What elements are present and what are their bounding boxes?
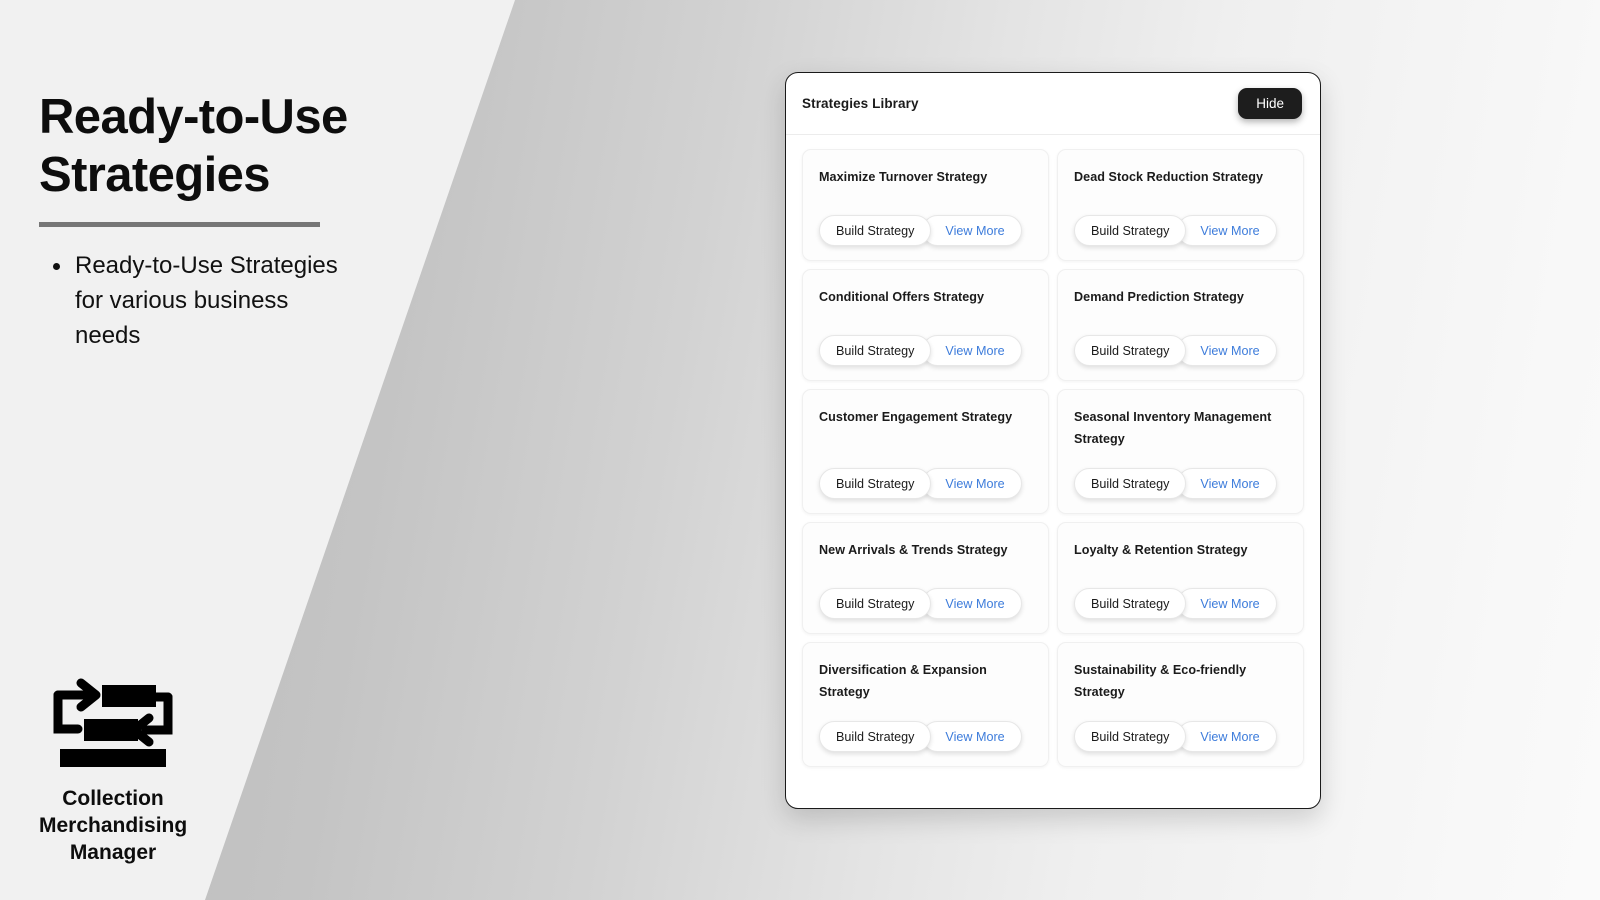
panel-header: Strategies Library Hide bbox=[786, 73, 1320, 135]
strategy-card-grid: Maximize Turnover Strategy Build Strategy… bbox=[786, 135, 1320, 783]
strategy-card-title: Demand Prediction Strategy bbox=[1074, 290, 1244, 304]
page-title: Ready-to-Use Strategies bbox=[39, 90, 348, 202]
view-more-button[interactable]: View More bbox=[1177, 335, 1277, 366]
title-divider bbox=[39, 222, 320, 227]
view-more-button[interactable]: View More bbox=[922, 468, 1022, 499]
strategy-card: Customer Engagement Strategy Build Strate… bbox=[802, 389, 1049, 514]
build-strategy-button[interactable]: Build Strategy bbox=[819, 335, 932, 366]
strategy-card-actions: Build Strategy View More bbox=[819, 197, 1032, 246]
view-more-button[interactable]: View More bbox=[922, 335, 1022, 366]
build-strategy-button[interactable]: Build Strategy bbox=[1074, 468, 1187, 499]
strategy-card: New Arrivals & Trends Strategy Build Stra… bbox=[802, 522, 1049, 634]
list-item: Ready-to-Use Strategies for various busi… bbox=[39, 248, 339, 353]
strategies-library-panel: Strategies Library Hide Maximize Turnove… bbox=[785, 72, 1321, 809]
build-strategy-button[interactable]: Build Strategy bbox=[819, 588, 932, 619]
collection-merchandising-icon bbox=[53, 678, 173, 767]
build-strategy-button[interactable]: Build Strategy bbox=[1074, 721, 1187, 752]
build-strategy-button[interactable]: Build Strategy bbox=[819, 215, 932, 246]
strategy-card: Sustainability & Eco-friendly Strategy Bu… bbox=[1057, 642, 1304, 767]
view-more-button[interactable]: View More bbox=[1177, 468, 1277, 499]
slide-canvas: Ready-to-Use Strategies Ready-to-Use Str… bbox=[0, 0, 1600, 900]
view-more-button[interactable]: View More bbox=[1177, 721, 1277, 752]
strategy-card: Loyalty & Retention Strategy Build Strate… bbox=[1057, 522, 1304, 634]
strategy-card-title: Diversification & Expansion Strategy bbox=[819, 663, 987, 699]
strategy-card: Maximize Turnover Strategy Build Strategy… bbox=[802, 149, 1049, 261]
strategy-card: Demand Prediction Strategy Build Strategy… bbox=[1057, 269, 1304, 381]
strategy-card-actions: Build Strategy View More bbox=[819, 317, 1032, 366]
strategy-card: Seasonal Inventory Management Strategy Bu… bbox=[1057, 389, 1304, 514]
build-strategy-button[interactable]: Build Strategy bbox=[1074, 215, 1187, 246]
strategy-card-actions: Build Strategy View More bbox=[819, 450, 1032, 499]
strategy-card: Conditional Offers Strategy Build Strateg… bbox=[802, 269, 1049, 381]
strategy-card-title: New Arrivals & Trends Strategy bbox=[819, 543, 1008, 557]
strategy-card-actions: Build Strategy View More bbox=[1074, 703, 1287, 752]
strategy-card-actions: Build Strategy View More bbox=[1074, 570, 1287, 619]
strategy-card: Dead Stock Reduction Strategy Build Strat… bbox=[1057, 149, 1304, 261]
hide-button[interactable]: Hide bbox=[1238, 88, 1302, 119]
view-more-button[interactable]: View More bbox=[922, 588, 1022, 619]
strategy-card-title: Maximize Turnover Strategy bbox=[819, 170, 988, 184]
strategy-card-title: Conditional Offers Strategy bbox=[819, 290, 985, 304]
view-more-button[interactable]: View More bbox=[922, 215, 1022, 246]
strategy-card-actions: Build Strategy View More bbox=[1074, 197, 1287, 246]
strategy-card: Diversification & Expansion Strategy Buil… bbox=[802, 642, 1049, 767]
strategy-card-title: Seasonal Inventory Management Strategy bbox=[1074, 410, 1272, 446]
build-strategy-button[interactable]: Build Strategy bbox=[1074, 588, 1187, 619]
strategy-card-title: Dead Stock Reduction Strategy bbox=[1074, 170, 1263, 184]
build-strategy-button[interactable]: Build Strategy bbox=[819, 468, 932, 499]
brand-block: Collection Merchandising Manager bbox=[39, 675, 187, 866]
brand-name: Collection Merchandising Manager bbox=[39, 787, 188, 864]
strategy-card-title: Customer Engagement Strategy bbox=[819, 410, 1013, 424]
build-strategy-button[interactable]: Build Strategy bbox=[819, 721, 932, 752]
build-strategy-button[interactable]: Build Strategy bbox=[1074, 335, 1187, 366]
strategy-card-actions: Build Strategy View More bbox=[1074, 317, 1287, 366]
strategy-card-title: Loyalty & Retention Strategy bbox=[1074, 543, 1248, 557]
view-more-button[interactable]: View More bbox=[1177, 588, 1277, 619]
strategy-card-title: Sustainability & Eco-friendly Strategy bbox=[1074, 663, 1247, 699]
panel-title: Strategies Library bbox=[802, 96, 919, 111]
strategy-card-actions: Build Strategy View More bbox=[819, 703, 1032, 752]
view-more-button[interactable]: View More bbox=[1177, 215, 1277, 246]
strategy-card-actions: Build Strategy View More bbox=[1074, 450, 1287, 499]
view-more-button[interactable]: View More bbox=[922, 721, 1022, 752]
bullet-list: Ready-to-Use Strategies for various busi… bbox=[39, 248, 339, 353]
strategy-card-actions: Build Strategy View More bbox=[819, 570, 1032, 619]
